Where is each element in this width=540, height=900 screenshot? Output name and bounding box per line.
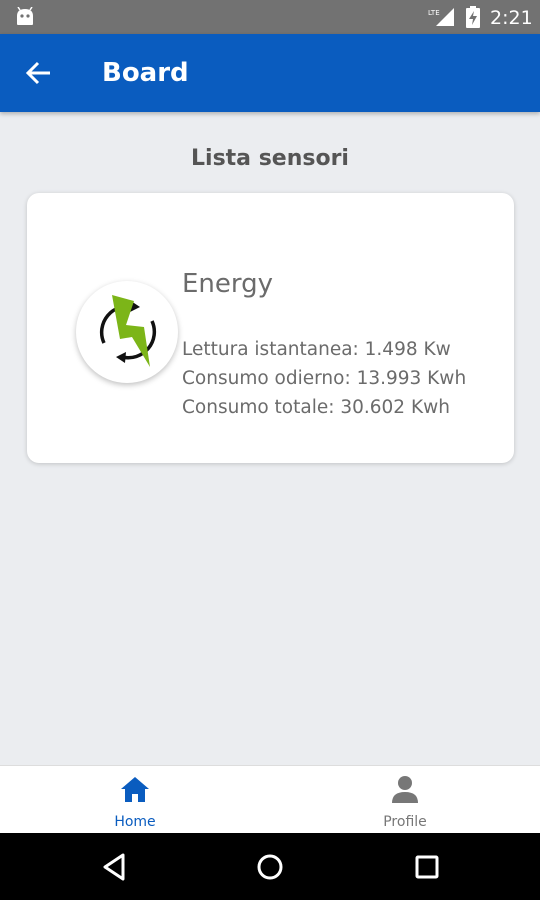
android-icon — [17, 7, 33, 25]
nav-label-home: Home — [114, 814, 156, 830]
person-icon — [392, 776, 418, 803]
system-home-icon[interactable] — [253, 850, 287, 884]
sensor-reading-total: Consumo totale: 30.602 Kwh — [182, 397, 450, 418]
home-icon — [121, 777, 149, 802]
svg-text:LTE: LTE — [428, 9, 440, 17]
lte-signal-icon: LTE — [428, 8, 454, 26]
sensor-card-energy[interactable]: Energy Lettura istantanea: 1.498 Kw Cons… — [27, 193, 514, 463]
nav-item-profile[interactable]: Profile — [270, 766, 540, 834]
sensor-name: Energy — [182, 269, 274, 299]
energy-bolt-icon — [99, 295, 157, 367]
battery-charging-icon — [466, 6, 480, 28]
system-nav-bar — [0, 833, 540, 900]
sensor-avatar — [76, 281, 178, 383]
sensor-reading-daily: Consumo odierno: 13.993 Kwh — [182, 368, 467, 389]
status-clock: 2:21 — [490, 7, 533, 29]
status-bar: LTE 2:21 — [0, 0, 540, 34]
bottom-nav: Home Profile — [0, 765, 540, 833]
nav-item-home[interactable]: Home — [0, 766, 270, 834]
back-arrow-icon[interactable] — [22, 58, 56, 88]
sensor-reading-instant: Lettura istantanea: 1.498 Kw — [182, 339, 451, 360]
app-bar: Board — [0, 34, 540, 112]
system-recents-icon[interactable] — [410, 850, 444, 884]
system-back-icon[interactable] — [97, 850, 131, 884]
nav-label-profile: Profile — [383, 814, 427, 830]
page-title: Board — [102, 58, 189, 88]
section-title: Lista sensori — [191, 146, 349, 171]
